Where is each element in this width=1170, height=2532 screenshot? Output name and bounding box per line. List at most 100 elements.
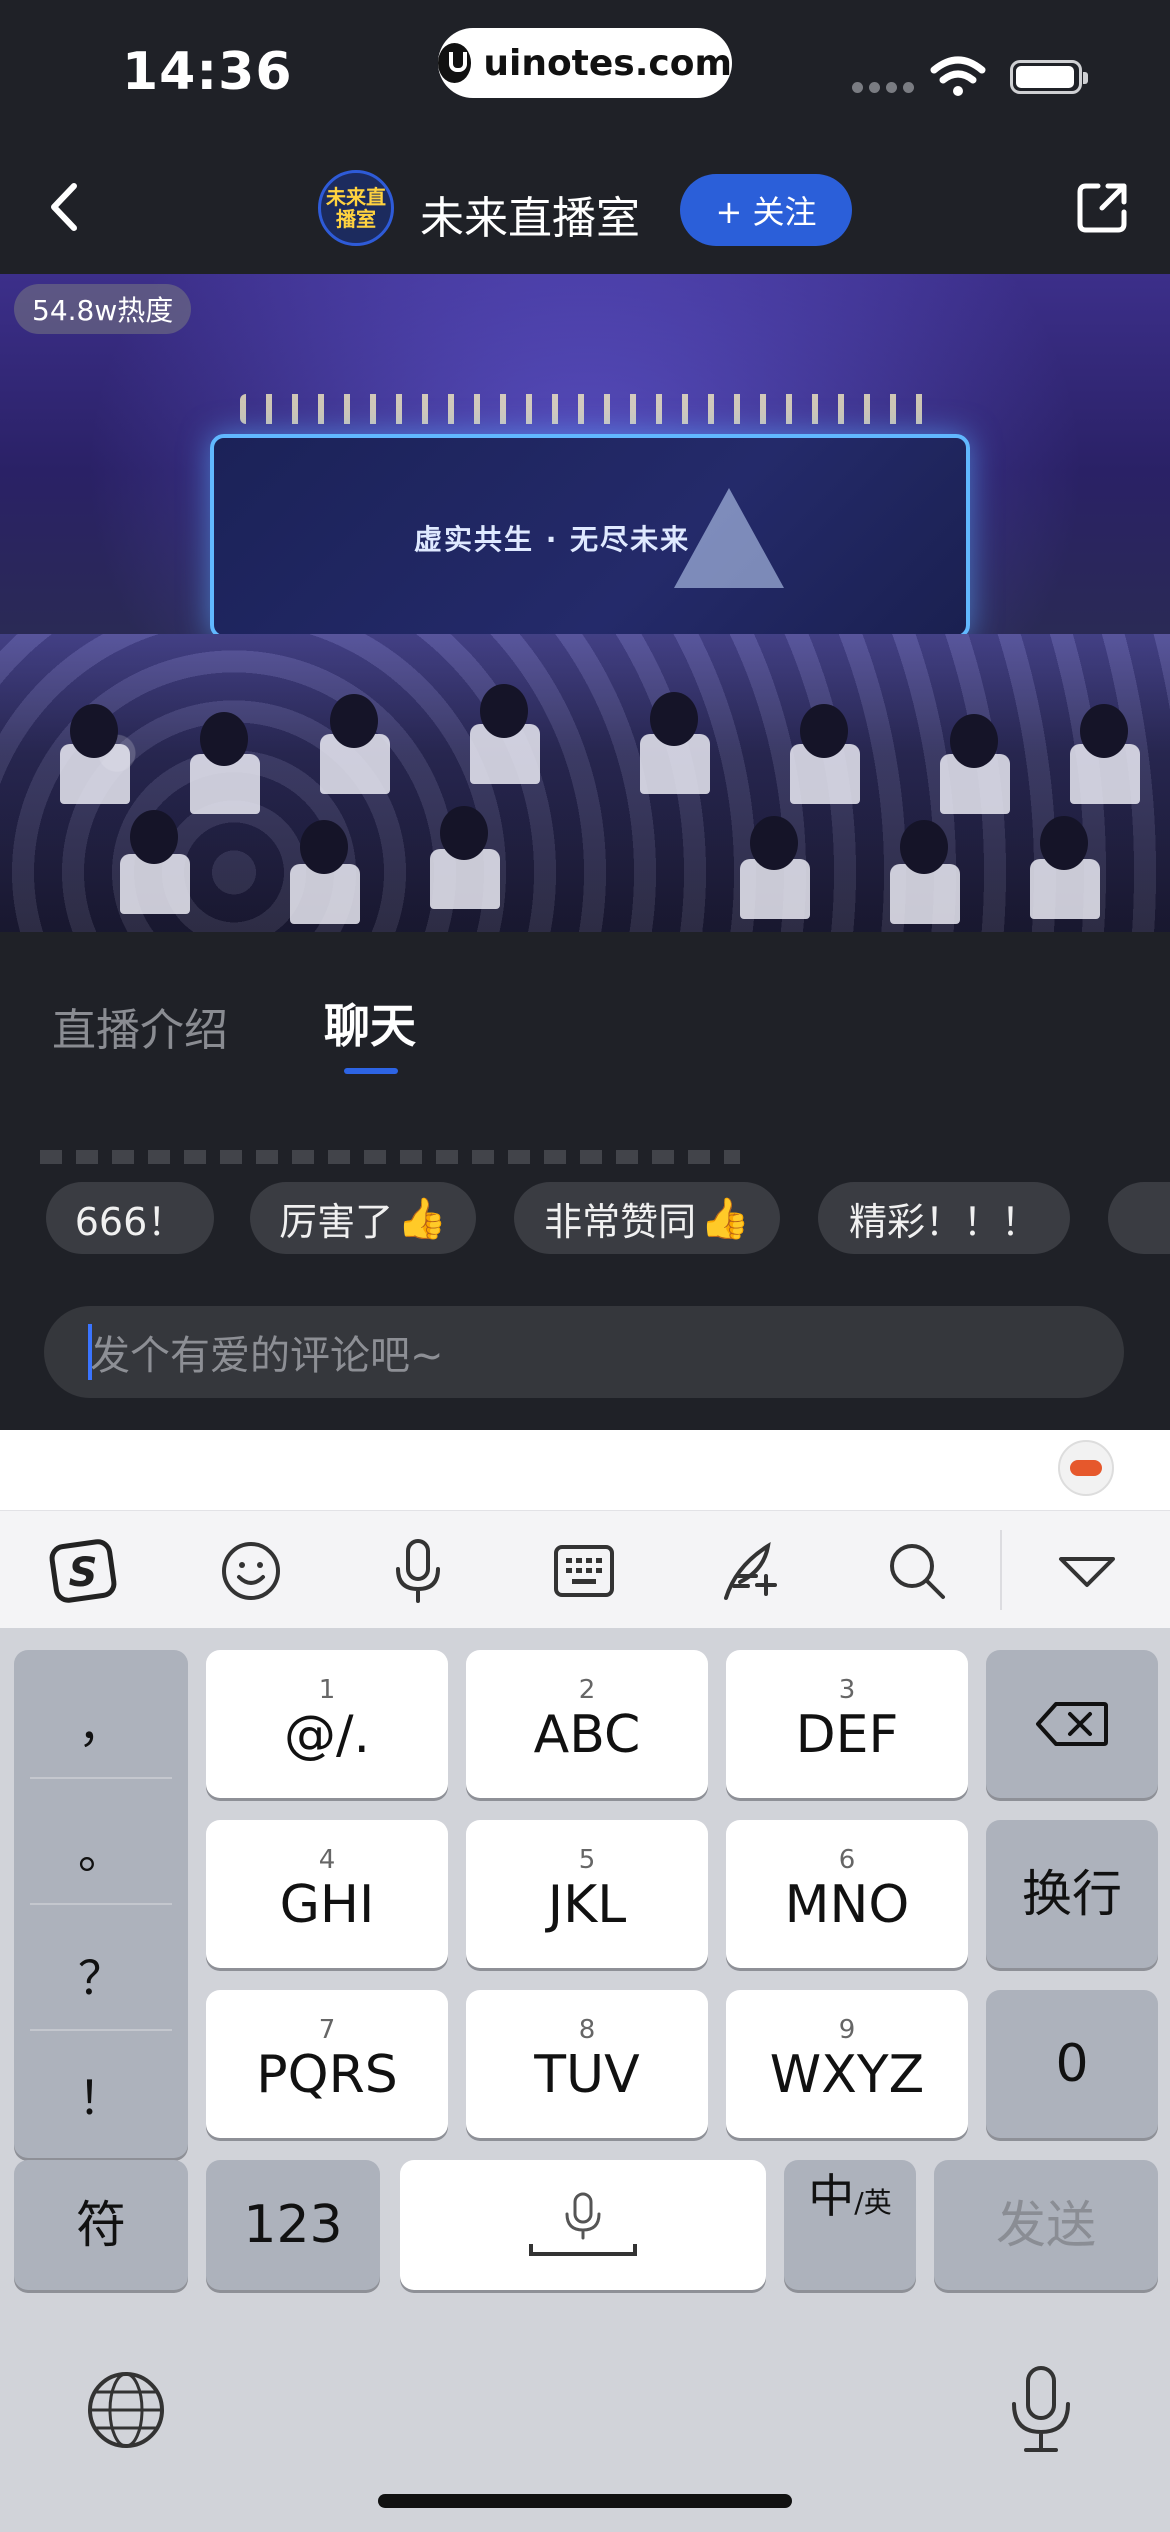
tab-live-intro[interactable]: 直播介绍 <box>52 994 228 1058</box>
key-4[interactable]: 4 GHI <box>206 1820 448 1968</box>
punct-key-comma[interactable]: ， <box>14 1660 188 1786</box>
newline-key[interactable]: 换行 <box>986 1820 1158 1968</box>
punct-separator <box>30 1777 172 1779</box>
signal-icon <box>852 82 914 93</box>
key-label: PQRS <box>256 2045 398 2105</box>
key-label: GHI <box>279 1875 375 1935</box>
quick-reply-label: 666！ <box>74 1199 186 1244</box>
stage-lights <box>240 394 940 424</box>
numbers-key[interactable]: 123 <box>206 2160 380 2290</box>
key-label: 符 <box>76 2196 126 2254</box>
punct-key-period[interactable]: 。 <box>14 1786 188 1912</box>
comment-input[interactable]: 发个有爱的评论吧~ <box>44 1306 1124 1398</box>
quill-icon[interactable] <box>716 1536 786 1606</box>
lang-main-label: 中 <box>808 2169 855 2223</box>
key-label: TUV <box>534 2045 640 2105</box>
chat-message-cutoff <box>40 1150 740 1164</box>
quick-reply-chip[interactable]: 厉害了 👍 <box>250 1182 476 1254</box>
key-8[interactable]: 8 TUV <box>466 1990 708 2138</box>
key-label: 123 <box>243 2195 343 2255</box>
home-indicator <box>378 2494 792 2508</box>
key-label: WXYZ <box>769 2045 925 2105</box>
key-number: 2 <box>578 1675 596 1705</box>
key-number: 9 <box>838 2015 856 2045</box>
punct-key-exclaim[interactable]: ！ <box>14 2032 188 2158</box>
punct-separator <box>30 1903 172 1905</box>
audience-area <box>0 634 1170 932</box>
share-icon[interactable] <box>1072 178 1132 238</box>
backspace-key[interactable] <box>986 1650 1158 1798</box>
key-5[interactable]: 5 JKL <box>466 1820 708 1968</box>
quick-reply-chip[interactable]: 精彩！！！ <box>818 1182 1070 1254</box>
microphone-icon[interactable] <box>383 1536 453 1606</box>
symbols-key[interactable]: 符 <box>14 2160 188 2290</box>
key-number: 6 <box>838 1845 856 1875</box>
search-icon[interactable] <box>882 1536 952 1606</box>
key-2[interactable]: 2 ABC <box>466 1650 708 1798</box>
back-arrow-icon[interactable] <box>40 180 94 234</box>
punct-separator <box>30 2029 172 2031</box>
avatar-text: 未来直播室 <box>326 185 386 231</box>
stage-screen: 虚实共生 · 无尽未来 <box>210 434 970 639</box>
live-video-player[interactable]: 虚实共生 · 无尽未来 <box>0 274 1170 932</box>
zero-key[interactable]: 0 <box>986 1990 1158 2138</box>
battery-icon <box>1010 60 1088 94</box>
quick-reply-label: 厉害了 <box>279 1199 394 1244</box>
space-microphone-icon <box>529 2192 637 2256</box>
emoji-icon[interactable] <box>216 1536 286 1606</box>
lang-sub-label: /英 <box>854 2186 892 2219</box>
key-number: 1 <box>318 1675 336 1705</box>
collapse-icon[interactable] <box>1052 1536 1122 1606</box>
svg-text:S: S <box>69 1550 98 1596</box>
key-6[interactable]: 6 MNO <box>726 1820 968 1968</box>
follow-button[interactable]: + 关注 <box>680 174 852 246</box>
globe-icon[interactable] <box>84 2368 168 2452</box>
key-3[interactable]: 3 DEF <box>726 1650 968 1798</box>
key-number: 3 <box>838 1675 856 1705</box>
crystal-graphic <box>674 488 784 588</box>
key-number: 7 <box>318 2015 336 2045</box>
channel-avatar[interactable]: 未来直播室 <box>318 170 394 246</box>
quick-reply-chip[interactable]: 非常赞同 👍 <box>514 1182 780 1254</box>
key-number: 8 <box>578 2015 596 2045</box>
tab-chat[interactable]: 聊天 <box>324 990 416 1056</box>
wifi-icon <box>930 56 986 96</box>
key-number: 4 <box>318 1845 336 1875</box>
text-caret <box>88 1324 92 1380</box>
key-label: 发送 <box>996 2196 1096 2254</box>
keyboard-icon[interactable] <box>549 1536 619 1606</box>
watermark-logo-icon <box>438 43 472 83</box>
watermark-badge: uinotes.com <box>438 28 732 98</box>
channel-title: 未来直播室 <box>420 193 640 244</box>
mascot-icon[interactable] <box>1058 1440 1114 1496</box>
key-9[interactable]: 9 WXYZ <box>726 1990 968 2138</box>
active-tab-indicator <box>344 1068 398 1074</box>
stage-screen-text: 虚实共生 · 无尽未来 <box>414 523 691 556</box>
quick-reply-chip[interactable]: 666！ <box>46 1182 214 1254</box>
key-label: MNO <box>784 1875 910 1935</box>
watermark-text: uinotes.com <box>483 42 732 84</box>
key-label: 0 <box>1055 2034 1089 2094</box>
key-label: ABC <box>533 1705 641 1765</box>
space-key[interactable] <box>400 2160 766 2290</box>
key-label: JKL <box>547 1875 627 1935</box>
key-label: 换行 <box>1022 1865 1122 1923</box>
sogou-logo-icon[interactable]: S <box>48 1536 118 1606</box>
key-7[interactable]: 7 PQRS <box>206 1990 448 2138</box>
key-label: DEF <box>795 1705 899 1765</box>
key-label: @/. <box>283 1705 371 1765</box>
send-key[interactable]: 发送 <box>934 2160 1158 2290</box>
punct-key-question[interactable]: ？ <box>14 1912 188 2038</box>
status-time: 14:36 <box>122 42 293 102</box>
key-number: 5 <box>578 1845 596 1875</box>
quick-reply-label: 非常赞同 <box>544 1199 697 1244</box>
toolbar-divider <box>1000 1530 1002 1610</box>
dictation-microphone-icon[interactable] <box>1006 2364 1076 2454</box>
keyboard-suggestion-strip <box>0 1430 1170 1510</box>
quick-reply-chip-partial[interactable] <box>1108 1182 1170 1254</box>
thumbs-up-icon: 👍 <box>700 1195 750 1242</box>
key-1[interactable]: 1 @/. <box>206 1650 448 1798</box>
language-toggle-key[interactable]: 中 /英 <box>784 2160 916 2290</box>
heat-badge: 54.8w热度 <box>14 284 192 334</box>
thumbs-up-icon: 👍 <box>397 1195 447 1242</box>
